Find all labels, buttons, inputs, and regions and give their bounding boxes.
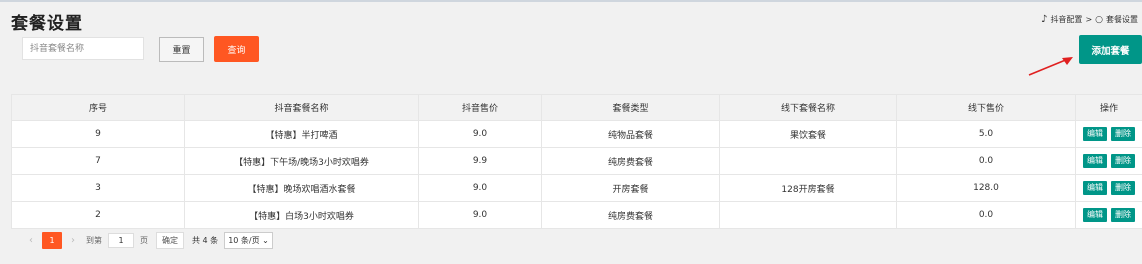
query-button[interactable]: 查询 [214,36,259,62]
delete-button[interactable]: 删除 [1111,208,1135,222]
delete-button[interactable]: 删除 [1111,181,1135,195]
row-price: 9.0 [418,174,542,202]
column-header: 抖音套餐名称 [184,94,419,121]
row-id: 7 [11,147,185,175]
page-title: 套餐设置 [11,14,83,34]
page-label: 页 [140,236,148,245]
table-row: 2 【特惠】白场3小时欢唱券 9.0 纯房费套餐 0.0 编辑 删除 [11,201,1142,229]
delete-button[interactable]: 删除 [1111,127,1135,141]
row-type: 纯房费套餐 [541,147,720,175]
delete-button[interactable]: 删除 [1111,154,1135,168]
table-row: 3 【特惠】晚场欢唱酒水套餐 9.0 开房套餐 128开房套餐 128.0 编辑… [11,174,1142,202]
row-package-name: 【特惠】白场3小时欢唱券 [184,201,419,229]
row-actions: 编辑 删除 [1075,120,1142,148]
goto-label: 到第 [86,236,102,245]
goto-page-input[interactable] [108,233,134,248]
row-type: 开房套餐 [541,174,720,202]
add-package-button[interactable]: 添加套餐 [1079,35,1142,64]
circle-icon: ○ [1095,14,1103,25]
edit-button[interactable]: 编辑 [1083,127,1107,141]
row-offline-price: 5.0 [896,120,1076,148]
row-offline-name: 128开房套餐 [719,174,897,202]
reset-button[interactable]: 重置 [159,37,204,62]
row-offline-price: 0.0 [896,201,1076,229]
row-offline-name [719,147,897,175]
current-page[interactable]: 1 [42,232,62,249]
table-row: 9 【特惠】半打啤酒 9.0 纯物品套餐 果饮套餐 5.0 编辑 删除 [11,120,1142,148]
row-actions: 编辑 删除 [1075,174,1142,202]
row-actions: 编辑 删除 [1075,201,1142,229]
row-price: 9.9 [418,147,542,175]
edit-button[interactable]: 编辑 [1083,208,1107,222]
search-input[interactable] [22,37,144,60]
total-count: 共 4 条 [192,236,219,245]
package-table: 序号 抖音套餐名称 抖音售价 套餐类型 线下套餐名称 线下售价 操作 9 【特惠… [11,94,1142,229]
breadcrumb-parent[interactable]: 抖音配置 [1050,14,1082,25]
table-row: 7 【特惠】下午场/晚场3小时欢唱券 9.9 纯房费套餐 0.0 编辑 删除 [11,147,1142,175]
annotation-arrow-icon [1028,57,1073,76]
prev-page-button[interactable]: ‹ [22,235,40,246]
row-package-name: 【特惠】晚场欢唱酒水套餐 [184,174,419,202]
column-header: 套餐类型 [541,94,720,121]
row-package-name: 【特惠】半打啤酒 [184,120,419,148]
row-price: 9.0 [418,201,542,229]
row-id: 9 [11,120,185,148]
table-header: 序号 抖音套餐名称 抖音售价 套餐类型 线下套餐名称 线下售价 操作 [11,94,1142,121]
pagination: ‹ 1 › 到第 页 确定 共 4 条 10 条/页 ⌄ [22,232,273,249]
column-header: 线下售价 [896,94,1076,121]
column-header: 抖音售价 [418,94,542,121]
row-id: 2 [11,201,185,229]
tiktok-icon: ♪ [1041,14,1048,25]
edit-button[interactable]: 编辑 [1083,154,1107,168]
edit-button[interactable]: 编辑 [1083,181,1107,195]
row-id: 3 [11,174,185,202]
row-type: 纯房费套餐 [541,201,720,229]
breadcrumb-current: 套餐设置 [1106,15,1138,24]
row-package-name: 【特惠】下午场/晚场3小时欢唱券 [184,147,419,175]
top-border [0,0,1142,2]
row-offline-price: 128.0 [896,174,1076,202]
column-header: 序号 [11,94,185,121]
row-actions: 编辑 删除 [1075,147,1142,175]
goto-confirm-button[interactable]: 确定 [156,232,184,249]
breadcrumb: ♪ 抖音配置 > ○ 套餐设置 [1041,14,1138,25]
row-offline-price: 0.0 [896,147,1076,175]
row-type: 纯物品套餐 [541,120,720,148]
column-header: 线下套餐名称 [719,94,897,121]
next-page-button[interactable]: › [64,235,82,246]
row-offline-name [719,201,897,229]
page-size-select[interactable]: 10 条/页 ⌄ [224,232,273,249]
breadcrumb-separator: > [1085,15,1093,24]
row-offline-name: 果饮套餐 [719,120,897,148]
column-header: 操作 [1075,94,1142,121]
row-price: 9.0 [418,120,542,148]
